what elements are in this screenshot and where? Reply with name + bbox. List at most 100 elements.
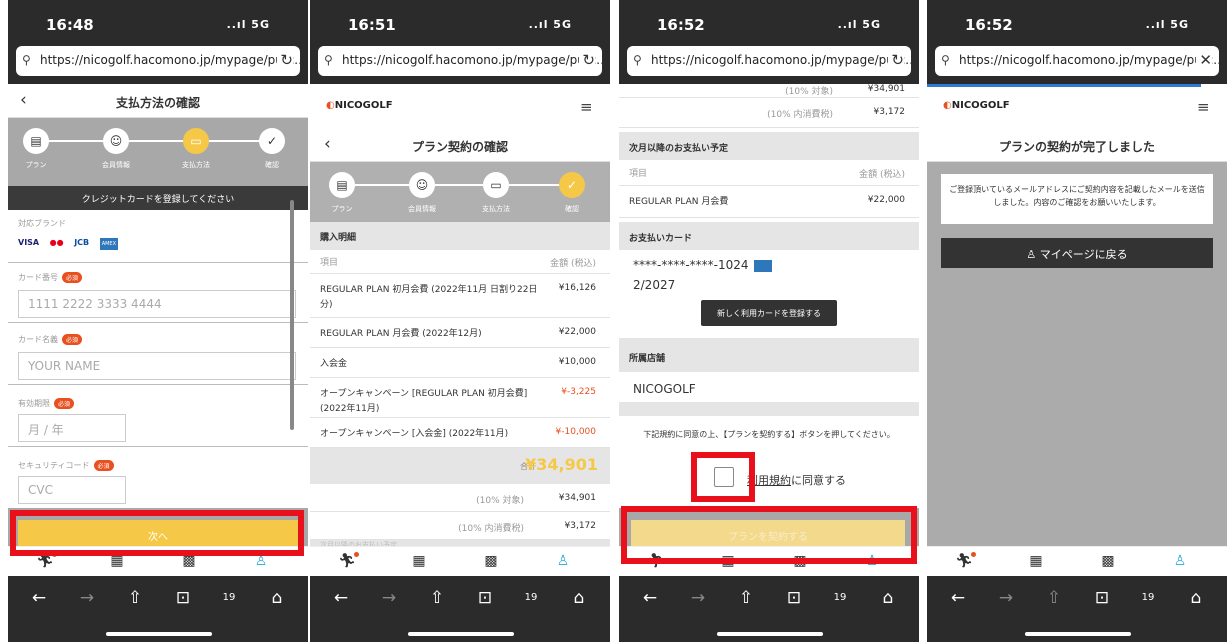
agree-note: 下記規約に同意の上、【プランを契約する】ボタンを押してください。 bbox=[643, 430, 895, 439]
share-icon[interactable]: ⇧ bbox=[120, 588, 150, 608]
brand-label: 対応ブランド bbox=[18, 219, 66, 228]
page-title: プランの契約が完了しました bbox=[927, 128, 1227, 162]
address-bar[interactable]: ⚲ https://nicogolf.hacomono.jp/mypage/pu… bbox=[627, 46, 911, 76]
scrollbar[interactable] bbox=[290, 200, 294, 430]
home-indicator bbox=[408, 632, 514, 636]
hamburger-menu-icon[interactable]: ≡ bbox=[580, 98, 593, 116]
tabs-icon[interactable]: 19 bbox=[825, 592, 855, 603]
cvc-input[interactable]: CVC bbox=[18, 476, 126, 504]
checkbox-wrap bbox=[709, 462, 739, 492]
share-icon[interactable]: ⇧ bbox=[422, 588, 452, 608]
forward-arrow-icon[interactable]: → bbox=[72, 588, 102, 608]
user-icon[interactable]: ♙ bbox=[857, 553, 887, 569]
reload-icon[interactable]: ↻ bbox=[277, 51, 293, 69]
runner-icon[interactable]: 🏃︎ bbox=[641, 553, 671, 569]
step-member: ☺ 会員情報 bbox=[86, 128, 146, 170]
section-header: 所属店舗 bbox=[619, 338, 919, 372]
document-icon: ▤ bbox=[329, 172, 355, 198]
nicogolf-logo[interactable]: ◐NICOGOLF bbox=[943, 100, 1010, 111]
page-header: ‹ プラン契約の確認 bbox=[310, 128, 610, 162]
nicogolf-logo[interactable]: ◐NICOGOLF bbox=[326, 100, 393, 111]
divider bbox=[8, 322, 308, 323]
tabs-icon[interactable]: 19 bbox=[516, 592, 546, 603]
qr-icon[interactable]: ▩ bbox=[174, 553, 204, 569]
screen-contract-agree: 16:52 ..ıl 5G ⚲ https://nicogolf.hacomon… bbox=[619, 0, 919, 642]
page-header: ‹ 支払方法の確認 bbox=[8, 84, 308, 118]
calendar-icon[interactable]: ▦ bbox=[713, 553, 743, 569]
calendar-icon[interactable]: ▦ bbox=[1021, 553, 1051, 569]
qr-icon[interactable]: ▩ bbox=[1093, 553, 1123, 569]
address-bar[interactable]: ⚲ https://nicogolf.hacomono.jp/mypage/pu… bbox=[318, 46, 602, 76]
close-icon[interactable]: ✕ bbox=[1196, 51, 1212, 69]
new-card-button[interactable]: 新しく利用カードを登録する bbox=[701, 300, 837, 326]
signal-indicator: ..ıl 5G bbox=[837, 18, 881, 31]
back-arrow-icon[interactable]: ← bbox=[24, 588, 54, 608]
clock: 16:51 bbox=[348, 16, 396, 34]
card-name-input[interactable]: YOUR NAME bbox=[18, 352, 296, 380]
qr-icon[interactable]: ▩ bbox=[476, 553, 506, 569]
required-badge: 必須 bbox=[62, 272, 83, 283]
terms-link[interactable]: 利用規約 bbox=[747, 474, 791, 487]
bottom-nav: 🏃︎ ▦ ▩ ♙ bbox=[310, 546, 610, 576]
card-icon: ▭ bbox=[483, 172, 509, 198]
forward-arrow-icon[interactable]: → bbox=[991, 588, 1021, 608]
step-payment: ▭ 支払方法 bbox=[466, 172, 526, 214]
hamburger-menu-icon[interactable]: ≡ bbox=[1197, 98, 1210, 116]
section-header: お支払いカード bbox=[619, 222, 919, 250]
signal-indicator: ..ıl 5G bbox=[1145, 18, 1189, 31]
contract-button[interactable]: プランを契約する bbox=[631, 520, 905, 548]
reload-icon[interactable]: ↻ bbox=[888, 51, 904, 69]
tax-row: (10% 内消費税) ¥3,172 bbox=[310, 512, 610, 540]
share-icon[interactable]: ⇧ bbox=[1039, 588, 1069, 608]
home-icon[interactable]: ⌂ bbox=[873, 588, 903, 608]
address-bar[interactable]: ⚲ https://nicogolf.hacomono.jp/mypage/pu… bbox=[16, 46, 300, 76]
bookmarks-icon[interactable]: ⊡ bbox=[168, 588, 198, 608]
card-number-input[interactable]: 1111 2222 3333 4444 bbox=[18, 290, 296, 318]
address-bar[interactable]: ⚲ https://nicogolf.hacomono.jp/mypage/pu… bbox=[935, 46, 1219, 76]
back-arrow-icon[interactable]: ← bbox=[943, 588, 973, 608]
tabs-icon[interactable]: 19 bbox=[1133, 592, 1163, 603]
next-button[interactable]: 次へ bbox=[18, 520, 298, 548]
home-icon[interactable]: ⌂ bbox=[1181, 588, 1211, 608]
mypage-button[interactable]: ♙ マイページに戻る bbox=[941, 238, 1213, 268]
person-icon: ☺ bbox=[409, 172, 435, 198]
person-icon: ♙ bbox=[1026, 248, 1037, 261]
home-icon[interactable]: ⌂ bbox=[262, 588, 292, 608]
status-bar: 16:52 ..ıl 5G ⚲ https://nicogolf.hacomon… bbox=[927, 0, 1227, 84]
table-row: オープンキャンペーン [REGULAR PLAN 初月会費] (2022年11月… bbox=[310, 378, 610, 418]
url-text: https://nicogolf.hacomono.jp/mypage/purc… bbox=[342, 53, 602, 67]
share-icon[interactable]: ⇧ bbox=[731, 588, 761, 608]
total-amount: ¥34,901 bbox=[525, 455, 598, 474]
forward-arrow-icon[interactable]: → bbox=[683, 588, 713, 608]
notification-dot bbox=[971, 552, 976, 557]
home-indicator bbox=[106, 632, 212, 636]
total-row: 合計 ¥34,901 bbox=[310, 448, 610, 484]
back-arrow-icon[interactable]: ← bbox=[635, 588, 665, 608]
forward-arrow-icon[interactable]: → bbox=[374, 588, 404, 608]
qr-icon[interactable]: ▩ bbox=[785, 553, 815, 569]
document-icon: ▤ bbox=[23, 128, 49, 154]
search-icon: ⚲ bbox=[22, 53, 31, 67]
check-icon: ✓ bbox=[259, 128, 285, 154]
divider bbox=[8, 262, 308, 263]
user-icon[interactable]: ♙ bbox=[548, 553, 578, 569]
person-icon: ☺ bbox=[103, 128, 129, 154]
bookmarks-icon[interactable]: ⊡ bbox=[1087, 588, 1117, 608]
status-bar: 16:52 ..ıl 5G ⚲ https://nicogolf.hacomon… bbox=[619, 0, 919, 84]
bookmarks-icon[interactable]: ⊡ bbox=[470, 588, 500, 608]
bookmarks-icon[interactable]: ⊡ bbox=[779, 588, 809, 608]
user-icon[interactable]: ♙ bbox=[1165, 553, 1195, 569]
tabs-icon[interactable]: 19 bbox=[214, 592, 244, 603]
required-badge: 必須 bbox=[62, 334, 83, 345]
calendar-icon[interactable]: ▦ bbox=[102, 553, 132, 569]
home-icon[interactable]: ⌂ bbox=[564, 588, 594, 608]
expiry-input[interactable]: 月 / 年 bbox=[18, 414, 126, 442]
calendar-icon[interactable]: ▦ bbox=[404, 553, 434, 569]
tax-row: (10% 内消費税) ¥3,172 bbox=[619, 98, 919, 128]
agree-checkbox[interactable] bbox=[714, 467, 734, 487]
user-icon[interactable]: ♙ bbox=[246, 553, 276, 569]
status-bar: 16:51 ..ıl 5G ⚲ https://nicogolf.hacomon… bbox=[310, 0, 610, 84]
back-arrow-icon[interactable]: ← bbox=[326, 588, 356, 608]
page-load-progress bbox=[927, 84, 1201, 87]
reload-icon[interactable]: ↻ bbox=[579, 51, 595, 69]
